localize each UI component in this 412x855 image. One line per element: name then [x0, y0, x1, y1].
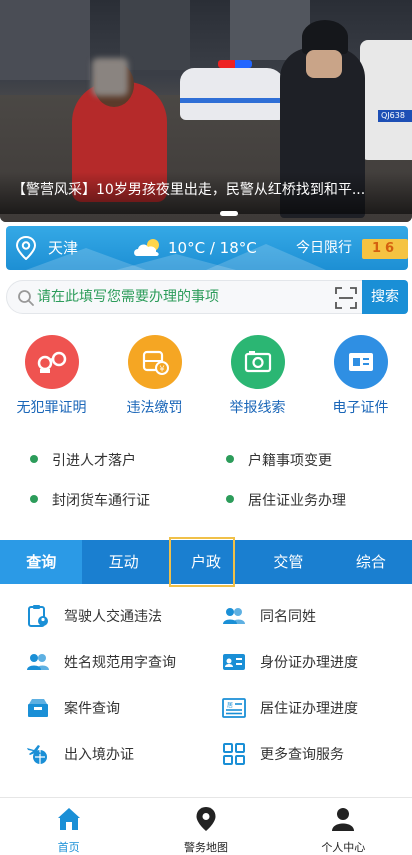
grid-icon	[222, 742, 246, 766]
users-icon	[222, 604, 246, 628]
service-same-name[interactable]: 同名同姓	[222, 604, 316, 628]
service-id-card-progress[interactable]: 身份证办理进度	[222, 650, 358, 674]
link-talent-settlement[interactable]: 引进人才落户	[30, 450, 136, 470]
bottom-navigation: 首页 警务地图 个人中心	[0, 797, 412, 855]
traffic-limit-value: 16	[362, 239, 408, 259]
police-lightbar	[218, 60, 252, 68]
svg-text:¥: ¥	[159, 365, 164, 374]
search-icon	[18, 290, 34, 306]
handcuffs-icon	[24, 335, 79, 389]
plane-globe-icon	[26, 742, 50, 766]
link-truck-permit[interactable]: 封闭货车通行证	[30, 490, 150, 510]
white-van	[360, 40, 412, 160]
police-car	[180, 68, 285, 120]
id-card-icon	[222, 650, 246, 674]
nav-label: 警务地图	[183, 841, 228, 854]
id-card-icon	[333, 335, 388, 389]
svg-text:居: 居	[227, 702, 233, 709]
bullet-dot	[30, 495, 38, 503]
users-icon	[26, 650, 50, 674]
link-household-change[interactable]: 户籍事项变更	[226, 450, 332, 470]
search-bar: 搜索	[6, 280, 408, 314]
map-pin-icon	[196, 807, 216, 831]
quick-label: 违法缴罚	[126, 400, 183, 416]
nav-profile[interactable]: 个人中心	[275, 798, 412, 855]
weather-bar: 天津 10°C / 18°C 今日限行 16	[6, 226, 408, 270]
clipboard-user-icon	[26, 604, 50, 628]
tab-query[interactable]: 查询	[0, 540, 83, 584]
cloudy-icon	[134, 239, 159, 256]
quick-label: 无犯罪证明	[16, 400, 87, 416]
service-name-standard[interactable]: 姓名规范用字查询	[26, 650, 176, 674]
service-more-queries[interactable]: 更多查询服务	[222, 742, 344, 766]
service-residence-progress[interactable]: 居 居住证办理进度	[222, 696, 358, 720]
banner-caption[interactable]: 【警营风采】10岁男孩夜里出走，民警从红桥找到和平...	[0, 172, 412, 214]
carousel-indicator[interactable]	[220, 211, 238, 216]
bullet-dot	[226, 455, 234, 463]
camera-report-icon	[230, 335, 285, 389]
bullet-dot	[226, 495, 234, 503]
scan-qr-icon[interactable]	[335, 287, 357, 309]
service-case-query[interactable]: 案件查询	[26, 696, 120, 720]
background-building	[0, 0, 90, 80]
search-input[interactable]	[37, 285, 327, 309]
tab-general[interactable]: 综合	[330, 540, 412, 584]
traffic-limit-label: 今日限行	[296, 240, 352, 256]
bullet-dot	[30, 455, 38, 463]
nav-label: 个人中心	[321, 841, 366, 854]
tab-household[interactable]: 户政	[165, 537, 247, 587]
location-pin-icon	[16, 236, 36, 260]
blurred-face	[92, 58, 128, 96]
search-button[interactable]: 搜索	[362, 280, 408, 314]
inbox-icon	[26, 696, 50, 720]
category-tabs: 查询 互动 户政 交管 综合	[0, 537, 412, 587]
city-name[interactable]: 天津	[48, 226, 78, 270]
background-building	[120, 0, 190, 70]
quick-no-criminal-record[interactable]: 无犯罪证明	[0, 335, 103, 420]
quick-services: 无犯罪证明 ¥ 违法缴罚 举报线索 电子证件	[0, 335, 412, 420]
tab-interaction[interactable]: 互动	[82, 540, 164, 584]
link-residence-permit[interactable]: 居住证业务办理	[226, 490, 346, 510]
residence-card-icon: 居	[222, 696, 246, 720]
tab-traffic[interactable]: 交管	[247, 540, 329, 584]
quick-e-certificate[interactable]: 电子证件	[309, 335, 412, 420]
home-icon	[57, 808, 80, 830]
quick-label: 电子证件	[332, 400, 389, 416]
user-icon	[332, 808, 355, 831]
service-driver-violation[interactable]: 驾驶人交通违法	[26, 604, 162, 628]
nav-label: 首页	[57, 841, 80, 854]
nav-home[interactable]: 首页	[0, 798, 137, 855]
nav-police-map[interactable]: 警务地图	[137, 798, 274, 855]
temperature: 10°C / 18°C	[168, 239, 257, 257]
quick-pay-fine[interactable]: ¥ 违法缴罚	[103, 335, 206, 420]
license-plate: QJ638	[378, 110, 412, 122]
service-exit-entry[interactable]: 出入境办证	[26, 742, 134, 766]
news-banner[interactable]: QJ638 【警营风采】10岁男孩夜里出走，民警从红桥找到和平...	[0, 0, 412, 222]
quick-report-clue[interactable]: 举报线索	[206, 335, 309, 420]
bus-fine-icon: ¥	[127, 335, 182, 389]
quick-label: 举报线索	[229, 400, 286, 416]
